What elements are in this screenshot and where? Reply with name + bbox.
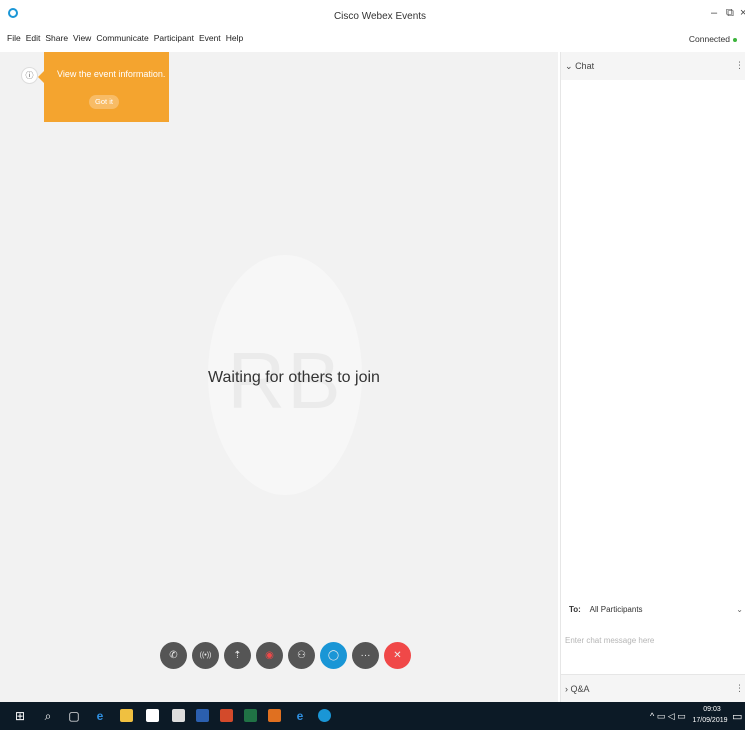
connection-dot-icon — [733, 37, 737, 42]
menu-edit[interactable]: Edit — [26, 33, 41, 49]
chevron-right-icon: › — [565, 684, 568, 694]
qa-header-label: Q&A — [570, 684, 590, 694]
menu-event[interactable]: Event — [199, 33, 221, 49]
broadcast-button[interactable]: ((•)) — [192, 642, 219, 669]
internet-explorer-icon[interactable]: e — [292, 708, 308, 724]
tooltip-text: View the event information. — [57, 69, 166, 79]
file-explorer-icon[interactable] — [120, 709, 133, 722]
participants-button[interactable]: ⚇ — [288, 642, 315, 669]
menu-file[interactable]: File — [7, 33, 21, 49]
meeting-stage: ⓘ View the event information. Got it RB … — [0, 52, 558, 702]
minimize-button[interactable]: – — [711, 7, 717, 19]
search-icon[interactable]: ⌕ — [40, 708, 56, 724]
chevron-down-icon: ⌄ — [565, 61, 573, 71]
clock-time: 09:03 — [703, 706, 721, 713]
edge-icon[interactable]: e — [92, 708, 108, 724]
upload-icon: ⇡ — [233, 650, 242, 661]
windows-taskbar: ⊞ ⌕ ▢ e e ^ ▭ ◁ ▭ 09:03 17/09/2019 ▭ — [0, 702, 745, 730]
chat-to-label: To: — [569, 605, 581, 614]
participants-icon: ⚇ — [297, 650, 306, 661]
menu-participant[interactable]: Participant — [154, 33, 194, 49]
word-icon[interactable] — [196, 709, 209, 722]
chat-menu-icon[interactable]: ⋮ — [735, 60, 744, 71]
menu-bar: File Edit Share View Communicate Partici… — [0, 33, 560, 49]
chat-icon: ◯ — [327, 650, 340, 661]
qa-menu-icon[interactable]: ⋮ — [735, 683, 744, 694]
chat-button[interactable]: ◯ — [320, 642, 347, 669]
broadcast-icon: ((•)) — [199, 652, 212, 659]
webex-window: Cisco Webex Events – ⧉ × File Edit Share… — [0, 0, 745, 730]
webex-taskbar-icon[interactable] — [318, 709, 331, 722]
connection-status-label: Connected — [688, 34, 730, 44]
excel-icon[interactable] — [244, 709, 257, 722]
menu-share[interactable]: Share — [45, 33, 68, 49]
chat-recipient-select[interactable]: All Participants — [590, 605, 643, 614]
audio-button[interactable]: ✆ — [160, 642, 187, 669]
close-icon: ✕ — [393, 650, 402, 661]
chat-panel-header[interactable]: ⌄ Chat ⋮ — [561, 52, 745, 80]
leave-button[interactable]: ✕ — [384, 642, 411, 669]
powerpoint-icon[interactable] — [220, 709, 233, 722]
share-button[interactable]: ⇡ — [224, 642, 251, 669]
store-icon[interactable] — [146, 709, 159, 722]
got-it-button[interactable]: Got it — [89, 95, 119, 109]
menu-view[interactable]: View — [73, 33, 91, 49]
record-button[interactable]: ◉ — [256, 642, 283, 669]
restore-button[interactable]: ⧉ — [726, 7, 734, 20]
window-title: Cisco Webex Events — [333, 11, 427, 22]
outlook-icon[interactable] — [268, 709, 281, 722]
event-info-button[interactable]: ⓘ — [21, 67, 38, 84]
windows-start-icon[interactable]: ⊞ — [12, 708, 28, 724]
chevron-down-icon[interactable]: ⌄ — [736, 605, 743, 614]
chat-message-input[interactable] — [565, 630, 742, 650]
qa-panel-header[interactable]: › Q&A ⋮ — [561, 674, 745, 702]
title-bar: Cisco Webex Events – ⧉ × — [0, 0, 745, 32]
mail-icon[interactable] — [172, 709, 185, 722]
connection-status: Connected — [689, 34, 737, 44]
meeting-controls: ✆ ((•)) ⇡ ◉ ⚇ ◯ ··· ✕ — [160, 642, 411, 669]
chat-header-label: Chat — [575, 61, 595, 71]
record-icon: ◉ — [265, 650, 274, 661]
more-icon: ··· — [360, 650, 371, 661]
notification-icon[interactable]: ▭ — [732, 710, 742, 723]
menu-communicate[interactable]: Communicate — [96, 33, 148, 49]
close-window-button[interactable]: × — [740, 7, 745, 19]
more-button[interactable]: ··· — [352, 642, 379, 669]
phone-icon: ✆ — [169, 650, 178, 661]
clock-date: 17/09/2019 — [692, 717, 728, 724]
system-tray[interactable]: ^ ▭ ◁ ▭ — [650, 711, 686, 722]
chat-recipient: To: All Participants — [569, 605, 643, 614]
side-panel: ⌄ Chat ⋮ To: All Participants ⌄ › Q&A ⋮ — [560, 52, 745, 702]
waiting-message: Waiting for others to join — [208, 369, 380, 386]
menu-help[interactable]: Help — [226, 33, 243, 49]
event-info-tooltip: View the event information. Got it — [44, 52, 169, 122]
task-view-icon[interactable]: ▢ — [66, 708, 82, 724]
